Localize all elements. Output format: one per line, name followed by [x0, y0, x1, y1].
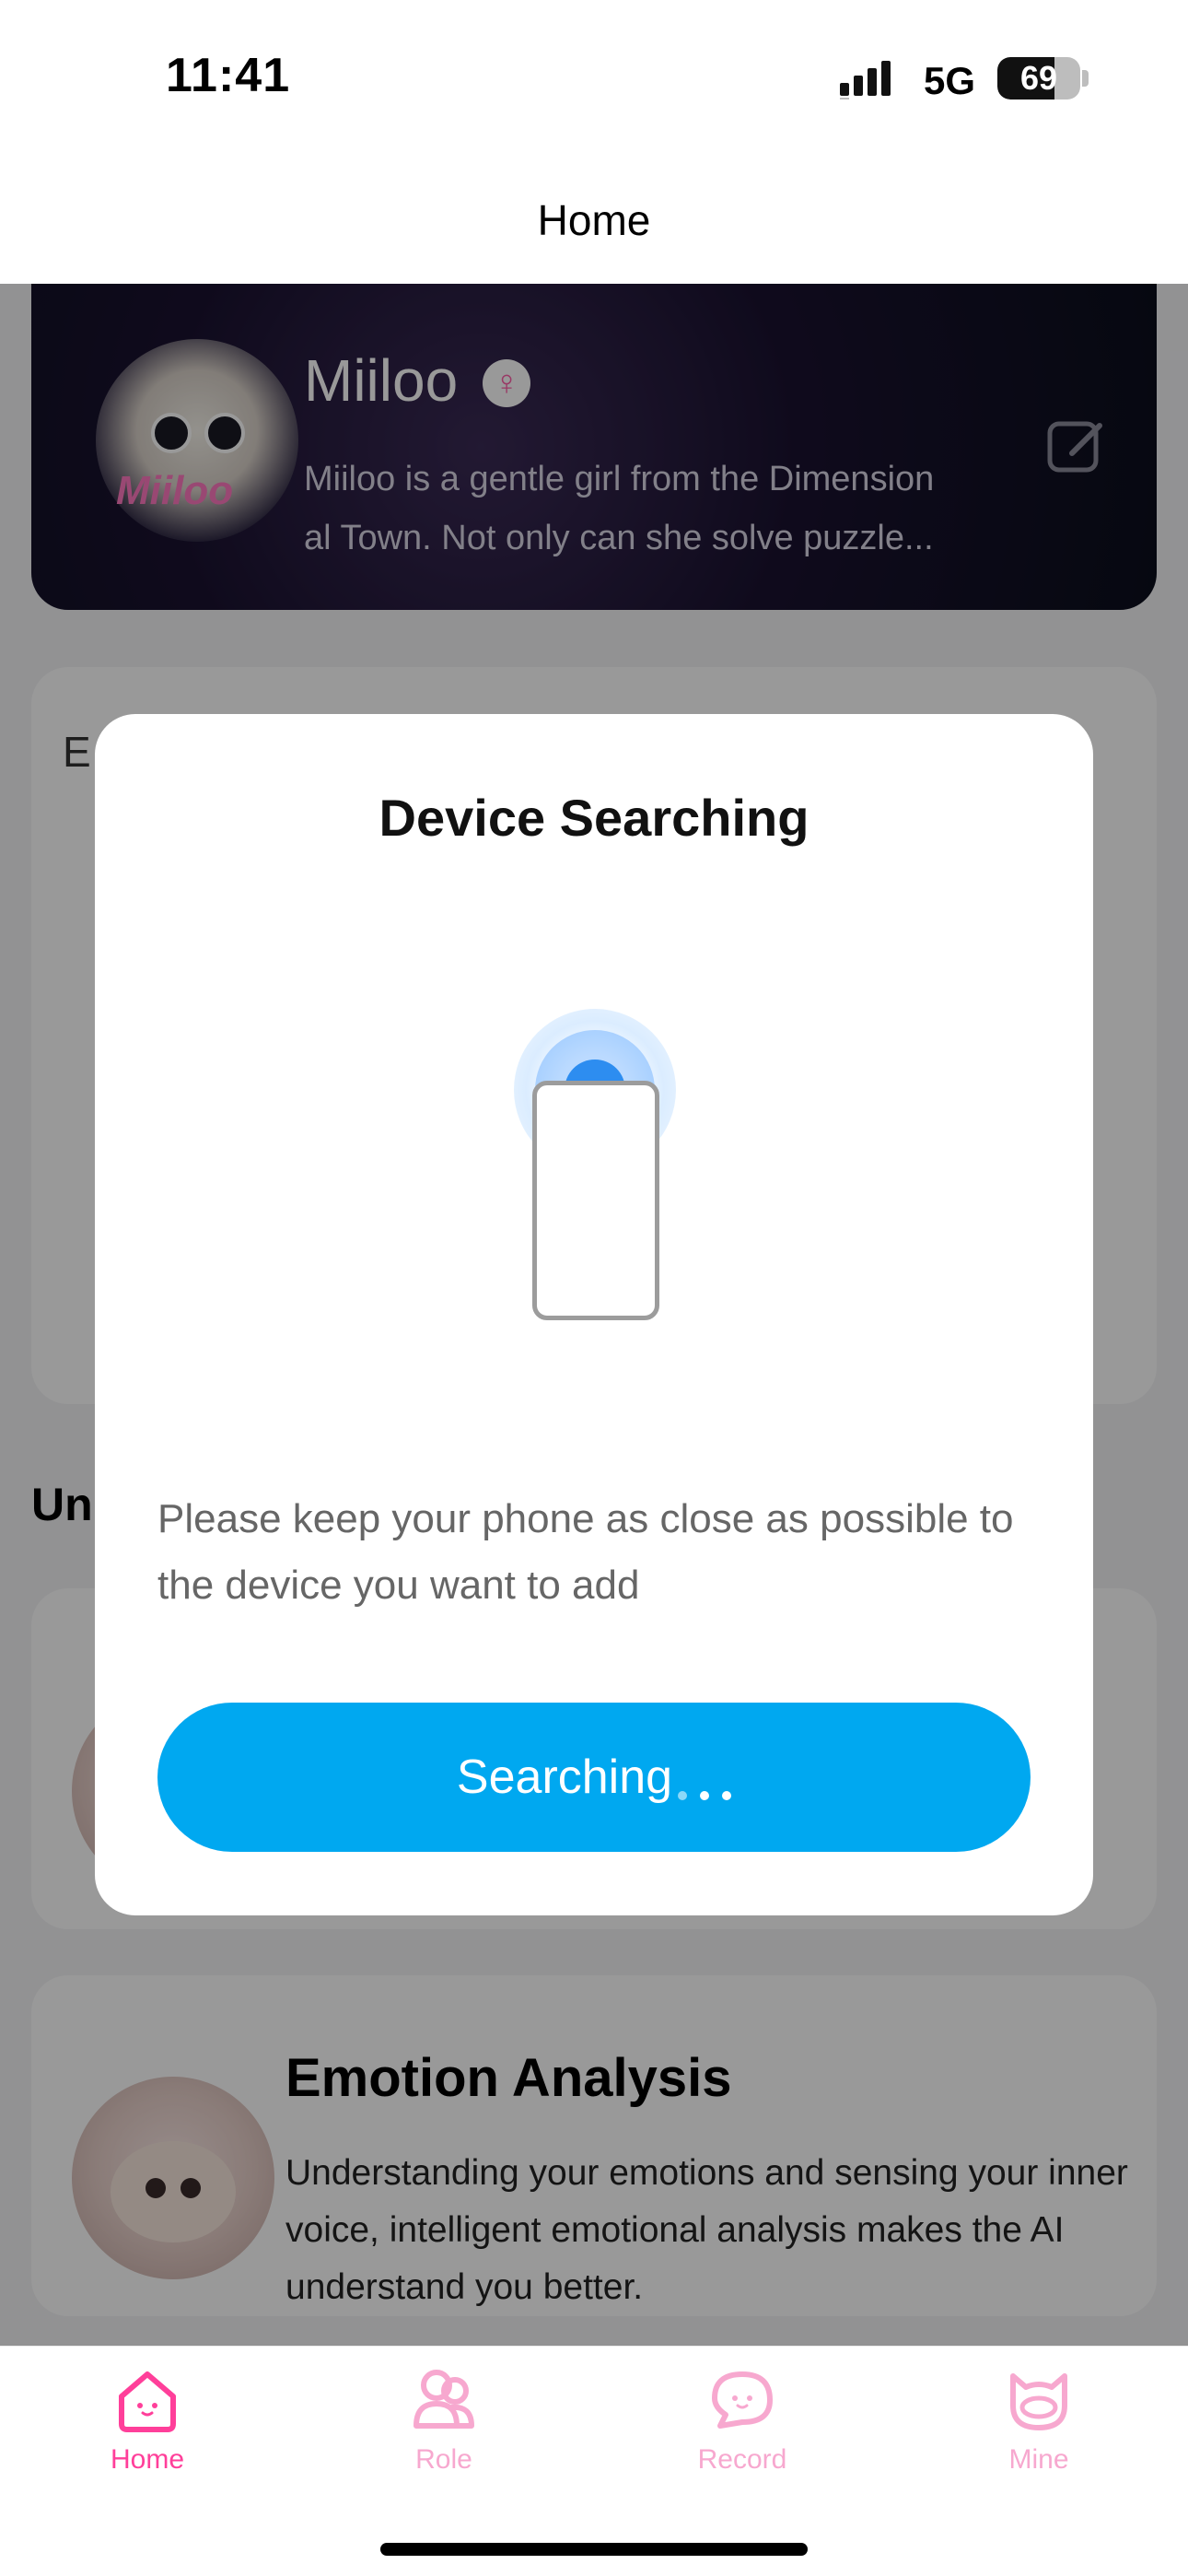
mine-icon	[1010, 2373, 1067, 2430]
role-icon	[413, 2370, 474, 2429]
record-icon	[712, 2371, 773, 2429]
battery-level: 69	[1019, 59, 1058, 97]
tab-home-label: Home	[110, 2444, 185, 2475]
searching-button[interactable]: Searching	[157, 1703, 1031, 1852]
tab-record[interactable]: Record	[650, 2365, 834, 2494]
nav-bar: Home	[0, 157, 1188, 284]
page-title: Home	[537, 196, 651, 244]
loading-dots-icon	[678, 1754, 732, 1800]
loading-dot	[678, 1791, 688, 1800]
loading-dot	[700, 1791, 710, 1800]
tab-role-label: Role	[415, 2444, 472, 2475]
signal-icon	[840, 61, 891, 100]
tab-mine-label: Mine	[1008, 2444, 1069, 2475]
tab-bar: Home Role Record Mine	[0, 2346, 1188, 2576]
dialog-title: Device Searching	[379, 789, 809, 847]
tab-mine[interactable]: Mine	[947, 2365, 1131, 2494]
status-time: 11:41	[166, 49, 291, 102]
status-bar: 11:41 5G 69	[0, 0, 1188, 157]
home-indicator	[380, 2543, 808, 2556]
tab-role[interactable]: Role	[352, 2365, 536, 2494]
loading-dot	[722, 1791, 732, 1800]
network-label: 5G	[924, 59, 976, 102]
device-searching-dialog: Device Searching Please keep your phone …	[95, 714, 1093, 1915]
home-icon	[119, 2371, 176, 2432]
tab-home[interactable]: Home	[55, 2365, 239, 2494]
searching-button-label: Searching	[456, 1751, 673, 1804]
tab-record-label: Record	[697, 2444, 787, 2475]
battery-cap	[1082, 70, 1089, 87]
battery-icon: 69	[997, 57, 1080, 100]
dialog-tip: Please keep your phone as close as possi…	[157, 1496, 1014, 1608]
phone-icon	[532, 1081, 659, 1320]
